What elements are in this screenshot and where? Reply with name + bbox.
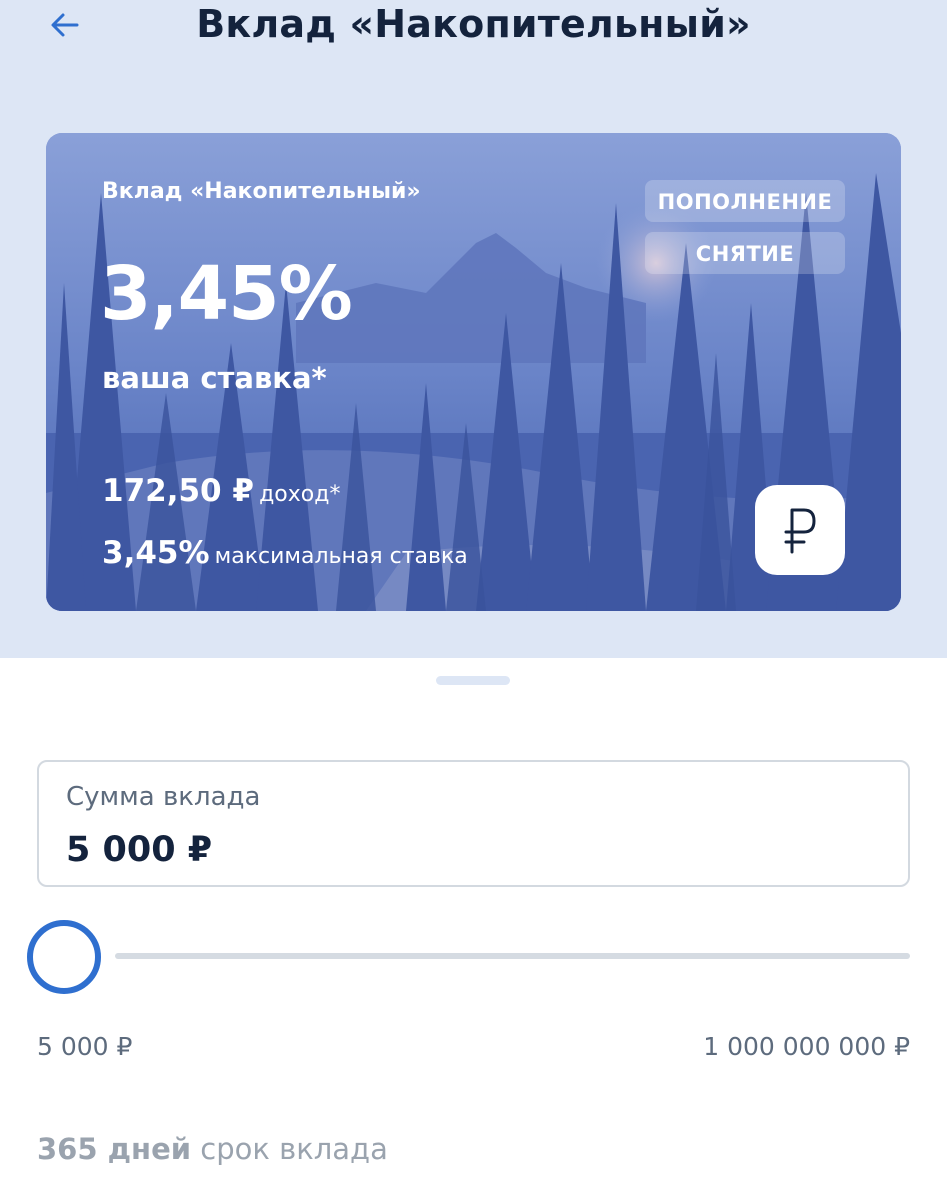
badge-withdraw: СНЯТИЕ [645,232,845,274]
term-caption: срок вклада [200,1132,388,1166]
income-line: 172,50 ₽ доход* [102,473,340,509]
amount-slider-thumb[interactable] [27,920,101,994]
amount-input[interactable]: 5 000 ₽ [66,830,212,870]
ruble-icon [784,508,816,554]
deposit-card[interactable]: Вклад «Накопительный» 3,45% ваша ставка*… [46,133,901,611]
term-days: 365 дней [37,1132,192,1166]
header-area: Вклад «Накопительный» Вклад «Накопительн… [0,0,947,658]
card-product-name: Вклад «Накопительный» [102,179,421,204]
currency-tile [755,485,845,575]
sheet-drag-handle[interactable] [436,676,510,685]
slider-min-label: 5 000 ₽ [37,1032,133,1061]
rate-value: 3,45% [100,251,353,337]
max-rate-line: 3,45% максимальная ставка [102,535,468,571]
max-rate-value: 3,45% [102,535,210,571]
income-caption: доход* [259,482,341,507]
income-value: 172,50 ₽ [102,473,254,509]
term-line: 365 дней срок вклада [37,1132,388,1166]
rate-caption: ваша ставка* [102,361,327,395]
slider-max-label: 1 000 000 000 ₽ [703,1032,910,1061]
max-rate-caption: максимальная ставка [214,544,468,569]
page-title: Вклад «Накопительный» [196,2,751,46]
amount-field[interactable]: Сумма вклада 5 000 ₽ [37,760,910,887]
amount-label: Сумма вклада [66,782,261,812]
amount-slider-track[interactable] [115,953,910,959]
badge-topup: ПОПОЛНЕНИЕ [645,180,845,222]
